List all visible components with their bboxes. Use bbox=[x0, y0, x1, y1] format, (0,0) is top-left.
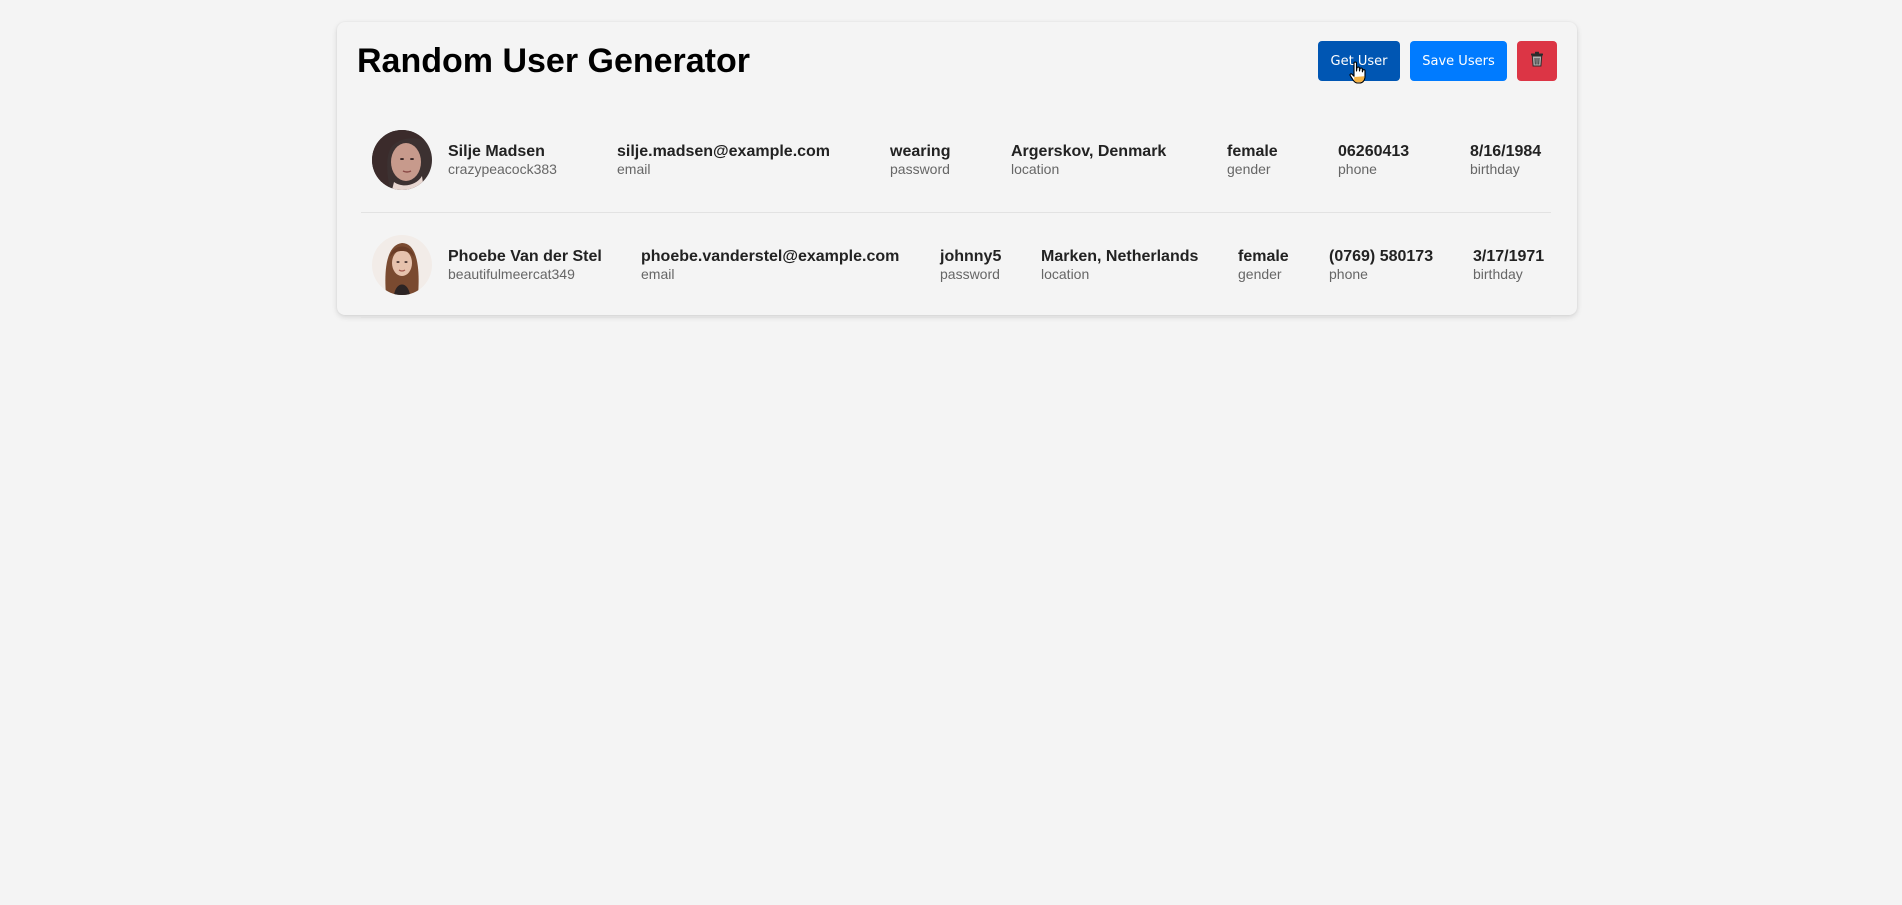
gender-label: gender bbox=[1227, 160, 1271, 177]
birthday-field: 8/16/1984 birthday bbox=[1470, 143, 1541, 178]
birthday-label: birthday bbox=[1473, 265, 1523, 282]
password-field: johnny5 password bbox=[940, 248, 1041, 283]
phone-label: phone bbox=[1329, 265, 1368, 282]
password-value: johnny5 bbox=[940, 247, 1002, 265]
password-label: password bbox=[890, 160, 950, 177]
avatar bbox=[372, 235, 432, 295]
birthday-label: birthday bbox=[1470, 160, 1520, 177]
delete-users-button[interactable] bbox=[1517, 41, 1557, 81]
phone-label: phone bbox=[1338, 160, 1377, 177]
user-name: Silje Madsen bbox=[448, 142, 545, 160]
name-field: Phoebe Van der Stel beautifulmeercat349 bbox=[448, 248, 641, 283]
gender-label: gender bbox=[1238, 265, 1282, 282]
user-username: crazypeacock383 bbox=[448, 160, 557, 177]
toolbar: Get User Save Users bbox=[1318, 41, 1557, 81]
user-row: Phoebe Van der Stel beautifulmeercat349 … bbox=[361, 213, 1551, 318]
gender-field: female gender bbox=[1238, 248, 1329, 283]
user-name: Phoebe Van der Stel bbox=[448, 247, 602, 265]
header: Random User Generator Get User Save User… bbox=[357, 36, 1557, 86]
page-title: Random User Generator bbox=[357, 41, 750, 80]
email-field: silje.madsen@example.com email bbox=[617, 143, 890, 178]
birthday-value: 3/17/1971 bbox=[1473, 247, 1545, 265]
location-field: Marken, Netherlands location bbox=[1041, 248, 1238, 283]
email-value: phoebe.vanderstel@example.com bbox=[641, 247, 900, 265]
user-list: Silje Madsen crazypeacock383 silje.madse… bbox=[361, 108, 1551, 318]
phone-field: (0769) 580173 phone bbox=[1329, 248, 1473, 283]
password-label: password bbox=[940, 265, 1000, 282]
phone-value: (0769) 580173 bbox=[1329, 247, 1434, 265]
phone-value: 06260413 bbox=[1338, 142, 1410, 160]
email-value: silje.madsen@example.com bbox=[617, 142, 831, 160]
password-value: wearing bbox=[890, 142, 951, 160]
location-value: Marken, Netherlands bbox=[1041, 247, 1199, 265]
birthday-value: 8/16/1984 bbox=[1470, 142, 1542, 160]
gender-value: female bbox=[1238, 247, 1289, 265]
gender-value: female bbox=[1227, 142, 1278, 160]
location-field: Argerskov, Denmark location bbox=[1011, 143, 1227, 178]
gender-field: female gender bbox=[1227, 143, 1338, 178]
location-value: Argerskov, Denmark bbox=[1011, 142, 1167, 160]
email-label: email bbox=[617, 160, 651, 177]
name-field: Silje Madsen crazypeacock383 bbox=[448, 143, 617, 178]
avatar bbox=[372, 130, 432, 190]
phone-field: 06260413 phone bbox=[1338, 143, 1470, 178]
password-field: wearing password bbox=[890, 143, 1011, 178]
email-field: phoebe.vanderstel@example.com email bbox=[641, 248, 940, 283]
user-row: Silje Madsen crazypeacock383 silje.madse… bbox=[361, 108, 1551, 213]
save-users-button[interactable]: Save Users bbox=[1410, 41, 1507, 81]
user-username: beautifulmeercat349 bbox=[448, 265, 575, 282]
get-user-button[interactable]: Get User bbox=[1318, 41, 1400, 81]
location-label: location bbox=[1011, 160, 1060, 177]
user-generator-card: Random User Generator Get User Save User… bbox=[337, 22, 1577, 318]
trash-icon bbox=[1530, 51, 1544, 71]
birthday-field: 3/17/1971 birthday bbox=[1473, 248, 1544, 283]
location-label: location bbox=[1041, 265, 1090, 282]
email-label: email bbox=[641, 265, 675, 282]
